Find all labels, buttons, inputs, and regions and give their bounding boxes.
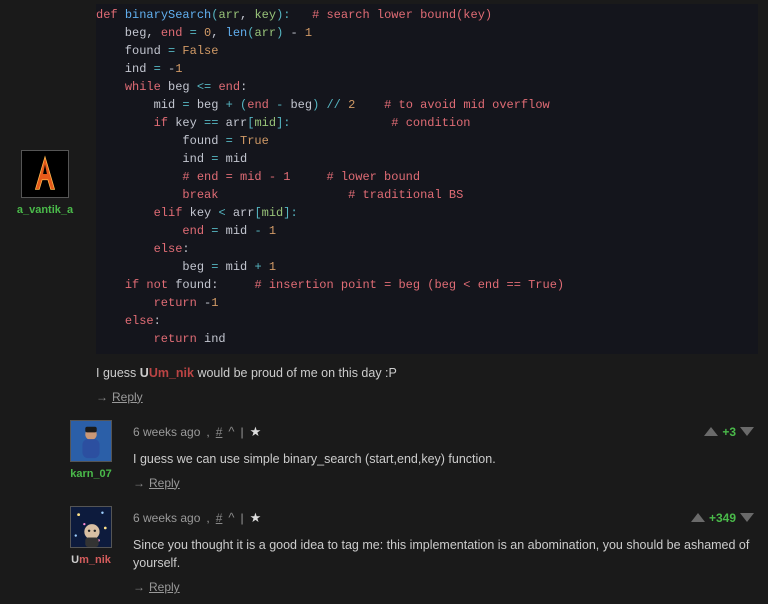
reply-arrow-icon: → <box>133 476 145 490</box>
reply-link[interactable]: Reply <box>149 580 180 594</box>
comment-reply: Um_nik 6 weeks ago, # ^ | ★ +349 Since y… <box>55 498 768 595</box>
separator: | <box>241 425 244 439</box>
parent-link-icon[interactable]: ^ <box>228 510 234 525</box>
comment-meta: 6 weeks ago, # ^ | ★ +349 <box>133 502 758 526</box>
comment-text: I guess we can use simple binary_search … <box>133 450 758 469</box>
reply-link[interactable]: Reply <box>112 390 143 404</box>
avatar-column: karn_07 <box>55 412 127 490</box>
comment-body: def binarySearch(arr, key): # search low… <box>90 0 768 404</box>
vote-score: +3 <box>722 425 736 439</box>
reply-link[interactable]: Reply <box>149 476 180 490</box>
vote-box: +3 <box>704 425 758 439</box>
comment-text: I guess UUm_nik would be proud of me on … <box>96 364 758 383</box>
username[interactable]: karn_07 <box>55 468 127 480</box>
comment-meta: 6 weeks ago, # ^ | ★ +3 <box>133 416 758 440</box>
avatar-column: a_vantik_a <box>0 0 90 404</box>
downvote-icon[interactable] <box>740 427 754 436</box>
code-block: def binarySearch(arr, key): # search low… <box>96 4 758 354</box>
permalink-icon[interactable]: # <box>216 425 223 439</box>
comment-body: 6 weeks ago, # ^ | ★ +349 Since you thou… <box>127 498 768 595</box>
mention[interactable]: Um_nik <box>149 366 194 380</box>
favorite-icon[interactable]: ★ <box>250 510 262 526</box>
avatar[interactable] <box>70 506 112 548</box>
parent-link-icon[interactable]: ^ <box>228 424 234 439</box>
comment-text: Since you thought it is a good idea to t… <box>133 536 758 574</box>
reply-row: → Reply <box>133 476 758 490</box>
avatar[interactable] <box>21 150 69 198</box>
avatar-column: Um_nik <box>55 498 127 595</box>
comment-reply: karn_07 6 weeks ago, # ^ | ★ +3 I guess … <box>55 412 768 490</box>
username[interactable]: Um_nik <box>55 554 127 566</box>
comment-text-prefix: I guess <box>96 366 140 380</box>
upvote-icon[interactable] <box>691 513 705 522</box>
comment-time: 6 weeks ago <box>133 511 200 525</box>
reply-arrow-icon: → <box>96 390 108 404</box>
upvote-icon[interactable] <box>704 427 718 436</box>
reply-arrow-icon: → <box>133 580 145 594</box>
comment-root: a_vantik_a def binarySearch(arr, key): #… <box>0 0 768 404</box>
favorite-icon[interactable]: ★ <box>250 424 262 440</box>
separator: | <box>241 511 244 525</box>
vote-box: +349 <box>691 511 758 525</box>
avatar[interactable] <box>70 420 112 462</box>
comment-body: 6 weeks ago, # ^ | ★ +3 I guess we can u… <box>127 412 768 490</box>
vote-score: +349 <box>709 511 736 525</box>
comment-time: 6 weeks ago <box>133 425 200 439</box>
permalink-icon[interactable]: # <box>216 511 223 525</box>
reply-row: → Reply <box>133 580 758 594</box>
comment-text-suffix: would be proud of me on this day :P <box>194 366 397 380</box>
username[interactable]: a_vantik_a <box>0 204 90 216</box>
reply-row: → Reply <box>96 390 758 404</box>
downvote-icon[interactable] <box>740 513 754 522</box>
